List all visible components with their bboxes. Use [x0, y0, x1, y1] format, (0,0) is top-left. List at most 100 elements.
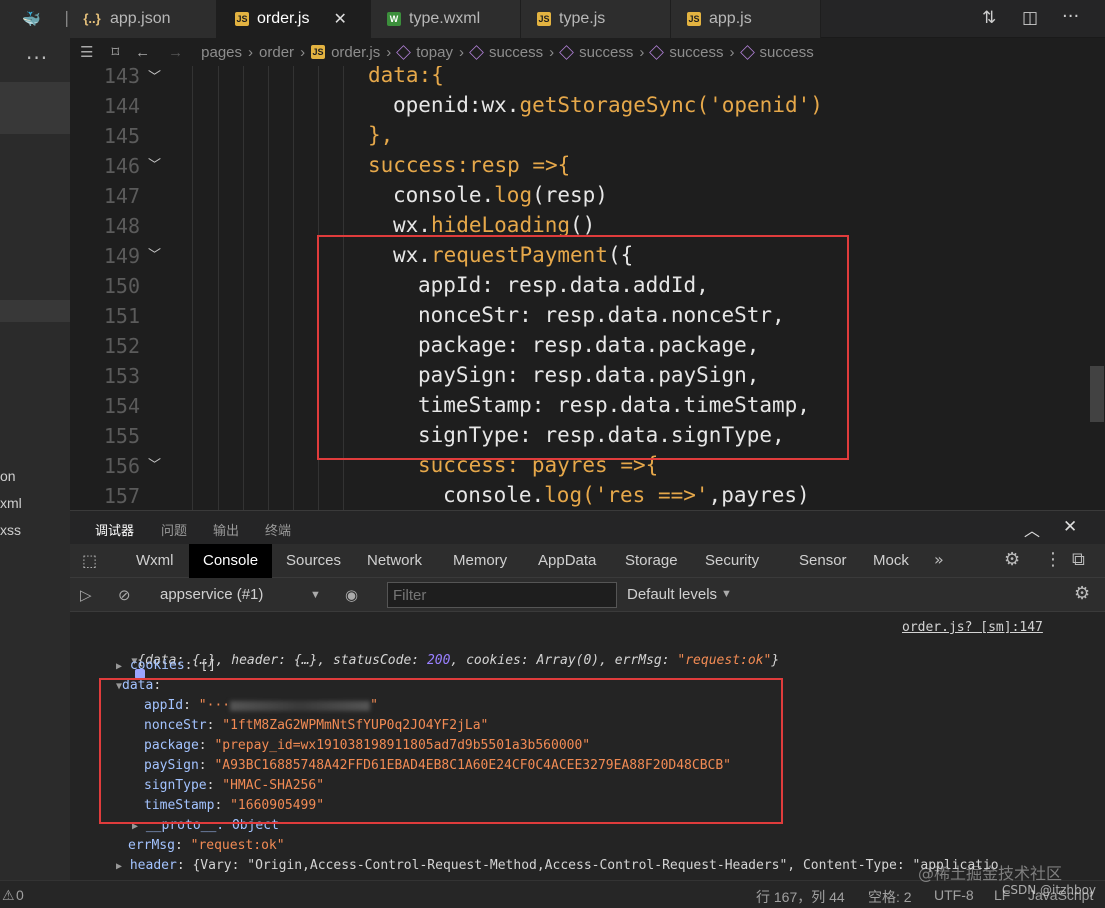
code-line: data:{ — [368, 66, 444, 87]
chevron-down-icon[interactable]: ▼ — [310, 589, 321, 601]
eye-icon[interactable]: ◉ — [345, 586, 358, 604]
breadcrumb-item[interactable]: success — [760, 44, 814, 61]
code-editor[interactable]: 143 144 145 146 147 148 149 150 151 152 … — [70, 66, 1105, 510]
tab-label: type.wxml — [409, 10, 481, 27]
sidebar-selected-row[interactable] — [0, 82, 70, 134]
code-line: wx.hideLoading() — [393, 213, 596, 237]
problems-count[interactable]: 0 — [16, 887, 24, 903]
code-line: openid:wx.getStorageSync('openid') — [393, 93, 823, 117]
more-actions-icon[interactable]: ··· — [1062, 6, 1079, 27]
sidebar-item-fragment[interactable]: xss — [0, 522, 21, 538]
breadcrumb: ☰ ⌑ ← → pages › order › JS order.js › to… — [70, 38, 1105, 66]
tab-debugger[interactable]: 调试器 — [95, 520, 135, 547]
tab-app-js[interactable]: JS app.js — [671, 0, 821, 38]
tab-appdata[interactable]: AppData — [538, 544, 596, 578]
chevron-down-icon[interactable]: ▼ — [721, 588, 732, 600]
back-icon[interactable]: ← — [135, 44, 150, 61]
gear-icon[interactable]: ⚙ — [1004, 549, 1020, 570]
tab-problems[interactable]: 问题 — [161, 520, 187, 539]
tab-type-wxml[interactable]: W type.wxml — [371, 0, 521, 38]
close-icon[interactable]: ✕ — [333, 9, 346, 29]
context-select[interactable]: appservice (#1) — [160, 586, 263, 603]
console-highlight-box — [99, 678, 783, 824]
tab-memory[interactable]: Memory — [453, 544, 507, 578]
indent-guide — [243, 66, 244, 510]
expand-triangle-icon[interactable]: ▶ — [116, 861, 122, 872]
breadcrumb-item[interactable]: topay — [416, 44, 453, 61]
split-editor-icon[interactable]: ◫ — [1022, 8, 1038, 28]
js-file-icon: JS — [687, 12, 701, 26]
docker-icon[interactable]: 🐳 — [22, 10, 41, 28]
breadcrumb-item[interactable]: success — [579, 44, 633, 61]
sidebar-item-fragment[interactable]: xml — [0, 495, 22, 511]
fold-chevron-icon[interactable]: ﹀ — [148, 154, 161, 173]
tab-app-json[interactable]: {..} app.json — [70, 0, 217, 38]
editor-tab-bar: {..} app.json JS order.js ✕ W type.wxml … — [70, 0, 1105, 38]
method-icon — [739, 44, 755, 60]
bookmark-icon[interactable]: ⌑ — [111, 43, 119, 61]
source-link[interactable]: order.js? [sm]:147 — [902, 620, 1043, 635]
log-property[interactable]: ▶ header: {Vary: "Origin,Access-Control-… — [116, 858, 999, 873]
breadcrumb-item[interactable]: success — [669, 44, 723, 61]
encoding[interactable]: UTF-8 — [934, 887, 974, 903]
breadcrumb-item[interactable]: pages — [201, 44, 242, 61]
kebab-menu-icon[interactable]: ⋮ — [1044, 549, 1062, 570]
method-icon — [396, 44, 412, 60]
indent-guide — [218, 66, 219, 510]
scrollbar-thumb[interactable] — [1090, 366, 1104, 422]
warning-icon[interactable]: ⚠ — [2, 887, 15, 904]
tab-storage[interactable]: Storage — [625, 544, 678, 578]
breadcrumb-item[interactable]: order.js — [331, 44, 380, 61]
fold-chevron-icon[interactable]: ﹀ — [148, 244, 161, 263]
log-levels-select[interactable]: Default levels — [627, 586, 717, 603]
line-number: 152 — [103, 334, 140, 358]
sidebar: 🐳 ❘ ··· on xml xss — [0, 0, 73, 908]
fold-chevron-icon[interactable]: ﹀ — [148, 454, 161, 473]
sidebar-item-fragment[interactable]: on — [0, 468, 16, 484]
breadcrumb-item[interactable]: order — [259, 44, 294, 61]
close-panel-icon[interactable]: ✕ — [1063, 517, 1077, 537]
tab-order-js[interactable]: JS order.js ✕ — [217, 0, 371, 38]
expand-triangle-icon[interactable]: ▶ — [116, 661, 122, 672]
tab-terminal[interactable]: 终端 — [265, 520, 291, 539]
js-file-icon: JS — [311, 45, 326, 59]
clear-console-icon[interactable]: ⊘ — [118, 586, 131, 604]
sidebar-toggle-icon[interactable]: ▷ — [80, 586, 92, 604]
fold-chevron-icon[interactable]: ﹀ — [148, 66, 161, 85]
indent-guide — [268, 66, 269, 510]
method-icon — [469, 44, 484, 60]
filter-input[interactable] — [387, 582, 617, 608]
tab-sensor[interactable]: Sensor — [799, 544, 847, 578]
tab-type-js[interactable]: JS type.js — [521, 0, 671, 38]
console-toolbar: ▷ ⊘ appservice (#1) ▼ ◉ Default levels ▼… — [70, 578, 1105, 612]
tab-sources[interactable]: Sources — [286, 544, 341, 578]
source-control-icon[interactable]: ⇅ — [982, 8, 996, 28]
line-number: 155 — [103, 424, 140, 448]
chevron-up-icon[interactable]: ︿ — [1024, 517, 1040, 541]
gear-icon[interactable]: ⚙ — [1074, 583, 1090, 604]
sidebar-more-icon[interactable]: ··· — [26, 46, 48, 70]
cursor-position[interactable]: 行 167，列 44 — [756, 887, 845, 907]
chevron-right-icon: › — [300, 43, 306, 61]
tab-label: app.json — [110, 10, 171, 27]
indentation[interactable]: 空格: 2 — [868, 887, 912, 907]
breadcrumb-item[interactable]: success — [489, 44, 543, 61]
tab-console[interactable]: Console — [189, 544, 273, 578]
code-line: console.log('res ==>',payres) — [443, 483, 810, 507]
tab-output[interactable]: 输出 — [213, 520, 239, 539]
inspect-icon[interactable]: ⬚ — [82, 551, 97, 570]
log-property[interactable]: ▶ cookies: [] — [116, 658, 216, 673]
list-icon[interactable]: ☰ — [80, 43, 93, 61]
more-tabs-icon[interactable]: » — [934, 550, 944, 569]
editor-scrollbar[interactable] — [1087, 66, 1105, 510]
dock-icon[interactable]: ⧉ — [1072, 549, 1085, 570]
line-number: 147 — [103, 184, 140, 208]
tab-wxml[interactable]: Wxml — [136, 544, 174, 578]
tab-security[interactable]: Security — [705, 544, 759, 578]
forward-icon[interactable]: → — [168, 44, 183, 61]
tab-network[interactable]: Network — [367, 544, 422, 578]
code-line: success:resp =>{ — [368, 153, 571, 177]
sidebar-selected-row[interactable] — [0, 300, 70, 322]
code-line: }, — [368, 123, 394, 147]
tab-mock[interactable]: Mock — [873, 544, 909, 578]
